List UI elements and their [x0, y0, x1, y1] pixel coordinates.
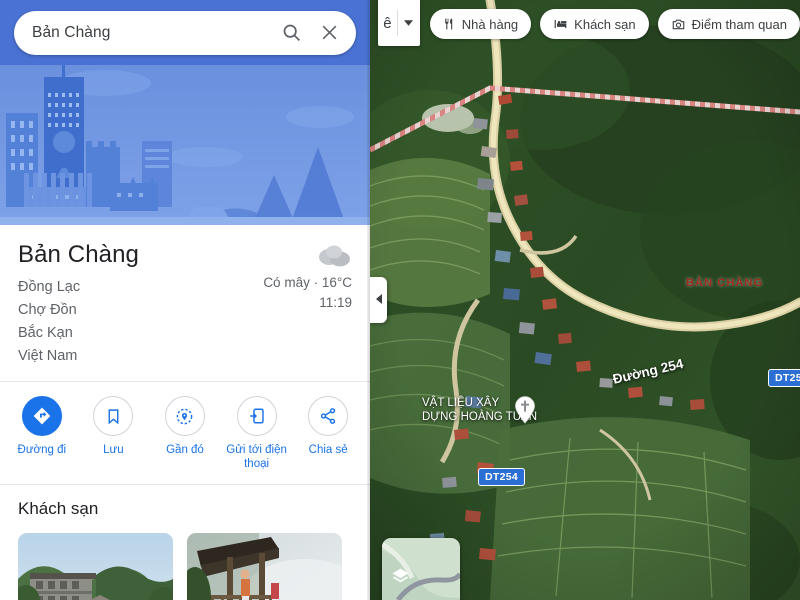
- local-time: 11:19: [319, 294, 352, 310]
- map-canvas[interactable]: ê Nhà hàng Khách sạn Điểm tham quan BẢN …: [370, 0, 800, 600]
- camera-icon: [671, 17, 686, 31]
- map-category-chips: Nhà hàng Khách sạn Điểm tham quan: [429, 0, 800, 39]
- route-shield[interactable]: DT254: [768, 369, 800, 387]
- search-icon[interactable]: [272, 14, 310, 52]
- directions-icon[interactable]: [21, 396, 62, 437]
- chip-label: Nhà hàng: [461, 16, 519, 32]
- action-send-to-phone[interactable]: Gửi tới điện thoại: [224, 396, 290, 472]
- map-pin-icon[interactable]: [514, 396, 536, 429]
- maps-app: Bản Chàng Bản Chàng Đồng Lạc Chợ Đồn Bắc…: [0, 0, 800, 600]
- close-icon[interactable]: [310, 14, 348, 52]
- map-layers-button[interactable]: [382, 538, 460, 600]
- search-bar[interactable]: Bản Chàng: [14, 10, 356, 55]
- route-shield[interactable]: DT254: [478, 468, 526, 486]
- action-directions[interactable]: Đường đi: [9, 396, 75, 457]
- action-label: Đường đi: [17, 444, 67, 457]
- chip-restaurants[interactable]: Nhà hàng: [429, 9, 532, 39]
- action-label: Gửi tới điện thoại: [226, 444, 287, 471]
- action-nearby[interactable]: Gần đó: [152, 396, 218, 457]
- nearby-icon[interactable]: [164, 396, 205, 437]
- ime-indicator[interactable]: ê: [378, 0, 420, 46]
- restaurant-icon: [443, 17, 456, 31]
- chip-label: Khách sạn: [574, 16, 636, 32]
- chip-hotels[interactable]: Khách sạn: [540, 9, 649, 39]
- search-header: Bản Chàng: [0, 0, 370, 65]
- bookmark-icon[interactable]: [93, 396, 134, 437]
- hotel-card[interactable]: 161.940 ₫: [187, 532, 342, 600]
- collapse-panel-button[interactable]: [370, 277, 387, 323]
- place-info: Bản Chàng Đồng Lạc Chợ Đồn Bắc Kạn Việt …: [0, 225, 370, 382]
- search-input[interactable]: Bản Chàng: [32, 24, 272, 42]
- send-to-phone-icon[interactable]: [236, 396, 277, 437]
- action-label: Gần đó: [166, 444, 204, 457]
- action-label: Lưu: [103, 444, 124, 457]
- hotel-card-list: 804.466 ₫: [18, 532, 352, 600]
- chevron-left-icon: [375, 291, 382, 309]
- weather-widget: Có mây · 16°C 11:19: [263, 243, 352, 312]
- ime-key-label[interactable]: ê: [378, 0, 397, 46]
- chevron-down-icon[interactable]: [398, 0, 420, 46]
- hotel-card[interactable]: 804.466 ₫: [18, 532, 173, 600]
- place-details-panel: Bản Chàng Bản Chàng Đồng Lạc Chợ Đồn Bắc…: [0, 0, 370, 600]
- place-hero-illustration: [0, 65, 370, 225]
- map-toolbar: ê Nhà hàng Khách sạn Điểm tham quan: [378, 0, 800, 46]
- share-icon[interactable]: [308, 396, 349, 437]
- hotel-icon: [553, 17, 568, 31]
- action-share[interactable]: Chia sẻ: [295, 396, 361, 457]
- action-buttons: Đường đi Lưu Gần đó Gửi tới điện thoại C…: [0, 382, 370, 484]
- address-line: Việt Nam: [18, 348, 78, 365]
- cloud-icon: [263, 243, 352, 269]
- address-line: Bắc Kạn: [18, 325, 73, 342]
- hotels-section-title: Khách sạn: [18, 498, 99, 518]
- action-save[interactable]: Lưu: [80, 396, 146, 457]
- hotels-section: Khách sạn: [0, 485, 370, 600]
- layers-icon: [391, 567, 410, 591]
- chip-label: Điểm tham quan: [691, 16, 787, 32]
- weather-condition: Có mây · 16°C: [263, 275, 352, 290]
- chip-attractions[interactable]: Điểm tham quan: [657, 9, 800, 39]
- action-label: Chia sẻ: [308, 444, 348, 457]
